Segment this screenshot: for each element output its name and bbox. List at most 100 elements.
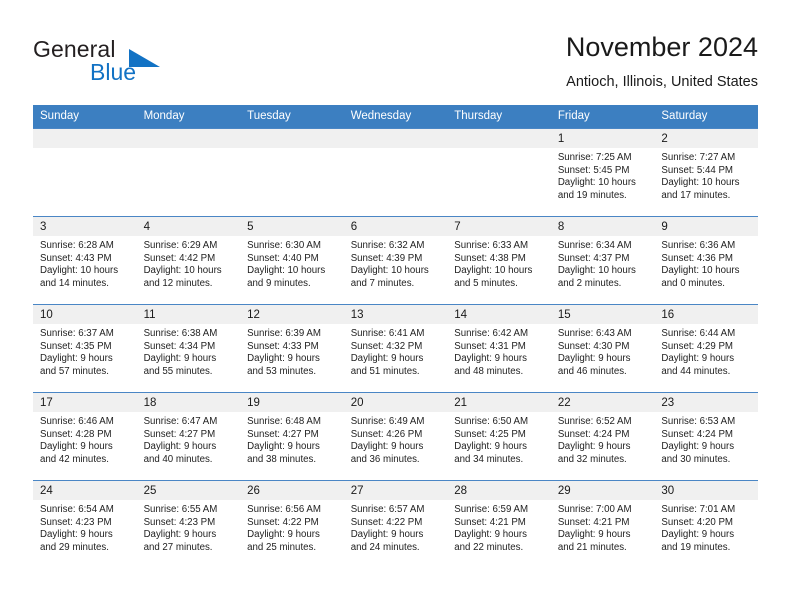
day-number: 22: [550, 393, 655, 412]
sunset-time: Sunset: 5:45 PM: [557, 164, 630, 176]
daylight-duration-line2: and 21 minutes.: [557, 541, 627, 553]
calendar-day-cell[interactable]: 26 Sunrise: 6:56 AM Sunset: 4:22 PM Dayligh…: [240, 480, 344, 569]
calendar-week-row: 24 Sunrise: 6:54 AM Sunset: 4:23 PM Dayligh…: [33, 480, 758, 569]
day-details: Sunrise: 6:30 AM Sunset: 4:40 PM Daylight:…: [240, 236, 344, 290]
daylight-duration-line1: Daylight: 10 hours: [350, 265, 429, 277]
daylight-duration-line1: Daylight: 9 hours: [661, 441, 735, 453]
daylight-duration-line1: Daylight: 10 hours: [247, 265, 326, 277]
calendar-day-cell[interactable]: 21 Sunrise: 6:50 AM Sunset: 4:25 PM Dayligh…: [447, 392, 551, 481]
calendar-day-cell[interactable]: 19 Sunrise: 6:48 AM Sunset: 4:27 PM Dayligh…: [240, 392, 344, 481]
sunset-time: Sunset: 4:40 PM: [247, 252, 319, 264]
calendar-day-cell-empty: [447, 128, 551, 217]
daylight-duration-line2: and 19 minutes.: [661, 541, 731, 553]
calendar-day-cell[interactable]: 30 Sunrise: 7:01 AM Sunset: 4:20 PM Dayligh…: [654, 480, 758, 569]
calendar-day-cell[interactable]: 25 Sunrise: 6:55 AM Sunset: 4:23 PM Dayligh…: [136, 480, 241, 569]
day-details: Sunrise: 6:43 AM Sunset: 4:30 PM Daylight:…: [551, 324, 655, 378]
day-details: Sunrise: 7:25 AM Sunset: 5:45 PM Daylight:…: [551, 148, 655, 202]
daylight-duration-line1: Daylight: 9 hours: [143, 353, 217, 365]
calendar-day-cell[interactable]: 12 Sunrise: 6:39 AM Sunset: 4:33 PM Dayligh…: [240, 304, 344, 393]
daylight-duration-line1: Daylight: 9 hours: [40, 353, 113, 365]
daylight-duration-line1: Daylight: 9 hours: [247, 353, 320, 365]
daylight-duration-line2: and 2 minutes.: [557, 277, 622, 289]
logo-text-blue: Blue: [90, 59, 137, 85]
day-number: 8: [550, 217, 655, 236]
calendar-day-cell[interactable]: 5 Sunrise: 6:30 AM Sunset: 4:40 PM Daylight…: [240, 216, 344, 305]
sunrise-time: Sunrise: 7:27 AM: [661, 152, 736, 163]
calendar-day-cell[interactable]: 22 Sunrise: 6:52 AM Sunset: 4:24 PM Dayligh…: [550, 392, 655, 481]
daylight-duration-line1: Daylight: 10 hours: [40, 265, 119, 277]
calendar-day-cell[interactable]: 27 Sunrise: 6:57 AM Sunset: 4:22 PM Dayligh…: [343, 480, 448, 569]
daylight-duration-line2: and 30 minutes.: [661, 453, 731, 465]
calendar-day-cell[interactable]: 10 Sunrise: 6:37 AM Sunset: 4:35 PM Dayligh…: [33, 304, 137, 393]
daylight-duration-line1: Daylight: 9 hours: [350, 441, 424, 453]
calendar-day-cell[interactable]: 7 Sunrise: 6:33 AM Sunset: 4:38 PM Daylight…: [447, 216, 551, 305]
sunset-time: Sunset: 4:24 PM: [557, 428, 630, 440]
weekday-header-row: Sunday Monday Tuesday Wednesday Thursday…: [33, 105, 758, 129]
daylight-duration-line2: and 55 minutes.: [143, 365, 213, 377]
general-blue-logo[interactable]: General Blue: [33, 36, 263, 88]
calendar-day-cell[interactable]: 4 Sunrise: 6:29 AM Sunset: 4:42 PM Daylight…: [136, 216, 241, 305]
daylight-duration-line2: and 40 minutes.: [143, 453, 213, 465]
calendar-day-cell[interactable]: 9 Sunrise: 6:36 AM Sunset: 4:36 PM Daylight…: [654, 216, 758, 305]
daylight-duration-line1: Daylight: 9 hours: [557, 353, 631, 365]
daylight-duration-line1: Daylight: 10 hours: [454, 265, 533, 277]
day-number: 23: [654, 393, 758, 412]
daylight-duration-line1: Daylight: 10 hours: [661, 177, 740, 189]
calendar-day-cell[interactable]: 15 Sunrise: 6:43 AM Sunset: 4:30 PM Dayligh…: [550, 304, 655, 393]
daylight-duration-line2: and 48 minutes.: [454, 365, 524, 377]
day-number: 25: [136, 481, 241, 500]
sunset-time: Sunset: 4:31 PM: [454, 340, 526, 352]
daylight-duration-line2: and 27 minutes.: [143, 541, 213, 553]
day-details: Sunrise: 6:47 AM Sunset: 4:27 PM Daylight:…: [137, 412, 241, 466]
weekday-header-sunday: Sunday: [33, 105, 137, 129]
sunset-time: Sunset: 4:22 PM: [247, 516, 319, 528]
sunset-time: Sunset: 5:44 PM: [661, 164, 733, 176]
sunset-time: Sunset: 4:23 PM: [143, 516, 216, 528]
calendar-day-cell[interactable]: 13 Sunrise: 6:41 AM Sunset: 4:32 PM Dayligh…: [343, 304, 448, 393]
daylight-duration-line1: Daylight: 9 hours: [661, 353, 735, 365]
sunrise-time: Sunrise: 7:25 AM: [557, 152, 632, 163]
daylight-duration-line1: Daylight: 10 hours: [661, 265, 740, 277]
day-number: 2: [654, 129, 758, 148]
daylight-duration-line2: and 34 minutes.: [454, 453, 524, 465]
sunset-time: Sunset: 4:34 PM: [143, 340, 216, 352]
day-number: 14: [447, 305, 551, 324]
day-details: Sunrise: 6:55 AM Sunset: 4:23 PM Daylight:…: [137, 500, 241, 554]
calendar-day-cell[interactable]: 18 Sunrise: 6:47 AM Sunset: 4:27 PM Dayligh…: [136, 392, 241, 481]
sunset-time: Sunset: 4:26 PM: [350, 428, 423, 440]
sunrise-time: Sunrise: 6:59 AM: [454, 504, 529, 515]
day-details: Sunrise: 6:54 AM Sunset: 4:23 PM Daylight:…: [33, 500, 137, 554]
weekday-header-saturday: Saturday: [654, 105, 758, 129]
daylight-duration-line1: Daylight: 9 hours: [247, 441, 320, 453]
day-number: 18: [136, 393, 241, 412]
calendar-day-cell[interactable]: 8 Sunrise: 6:34 AM Sunset: 4:37 PM Daylight…: [550, 216, 655, 305]
daylight-duration-line1: Daylight: 10 hours: [557, 177, 636, 189]
day-details: Sunrise: 6:44 AM Sunset: 4:29 PM Daylight:…: [654, 324, 758, 378]
calendar-day-cell[interactable]: 2 Sunrise: 7:27 AM Sunset: 5:44 PM Daylight…: [654, 128, 758, 217]
day-details: Sunrise: 6:59 AM Sunset: 4:21 PM Daylight:…: [447, 500, 551, 554]
calendar-day-cell[interactable]: 1 Sunrise: 7:25 AM Sunset: 5:45 PM Daylight…: [550, 128, 655, 217]
calendar-day-cell[interactable]: 23 Sunrise: 6:53 AM Sunset: 4:24 PM Dayligh…: [654, 392, 758, 481]
calendar-day-cell[interactable]: 6 Sunrise: 6:32 AM Sunset: 4:39 PM Daylight…: [343, 216, 448, 305]
day-number: 9: [654, 217, 758, 236]
day-details: Sunrise: 6:53 AM Sunset: 4:24 PM Daylight:…: [654, 412, 758, 466]
calendar-day-cell[interactable]: 14 Sunrise: 6:42 AM Sunset: 4:31 PM Dayligh…: [447, 304, 551, 393]
title-block: November 2024 Antioch, Illinois, United …: [566, 30, 758, 92]
calendar-day-cell[interactable]: 20 Sunrise: 6:49 AM Sunset: 4:26 PM Dayligh…: [343, 392, 448, 481]
sunrise-time: Sunrise: 6:33 AM: [454, 240, 529, 251]
sunset-time: Sunset: 4:30 PM: [557, 340, 630, 352]
day-number: 24: [33, 481, 137, 500]
calendar-day-cell[interactable]: 28 Sunrise: 6:59 AM Sunset: 4:21 PM Dayligh…: [447, 480, 551, 569]
daylight-duration-line2: and 24 minutes.: [350, 541, 420, 553]
day-details: Sunrise: 6:34 AM Sunset: 4:37 PM Daylight:…: [551, 236, 655, 290]
calendar-day-cell[interactable]: 29 Sunrise: 7:00 AM Sunset: 4:21 PM Dayligh…: [550, 480, 655, 569]
calendar-day-cell[interactable]: 11 Sunrise: 6:38 AM Sunset: 4:34 PM Dayligh…: [136, 304, 241, 393]
day-details: Sunrise: 6:52 AM Sunset: 4:24 PM Daylight:…: [551, 412, 655, 466]
calendar-day-cell[interactable]: 16 Sunrise: 6:44 AM Sunset: 4:29 PM Dayligh…: [654, 304, 758, 393]
calendar-day-cell[interactable]: 17 Sunrise: 6:46 AM Sunset: 4:28 PM Dayligh…: [33, 392, 137, 481]
day-details: Sunrise: 6:49 AM Sunset: 4:26 PM Daylight:…: [344, 412, 448, 466]
day-details: Sunrise: 6:38 AM Sunset: 4:34 PM Daylight:…: [137, 324, 241, 378]
calendar-day-cell[interactable]: 24 Sunrise: 6:54 AM Sunset: 4:23 PM Dayligh…: [33, 480, 137, 569]
sunset-time: Sunset: 4:35 PM: [40, 340, 112, 352]
calendar-day-cell[interactable]: 3 Sunrise: 6:28 AM Sunset: 4:43 PM Daylight…: [33, 216, 137, 305]
